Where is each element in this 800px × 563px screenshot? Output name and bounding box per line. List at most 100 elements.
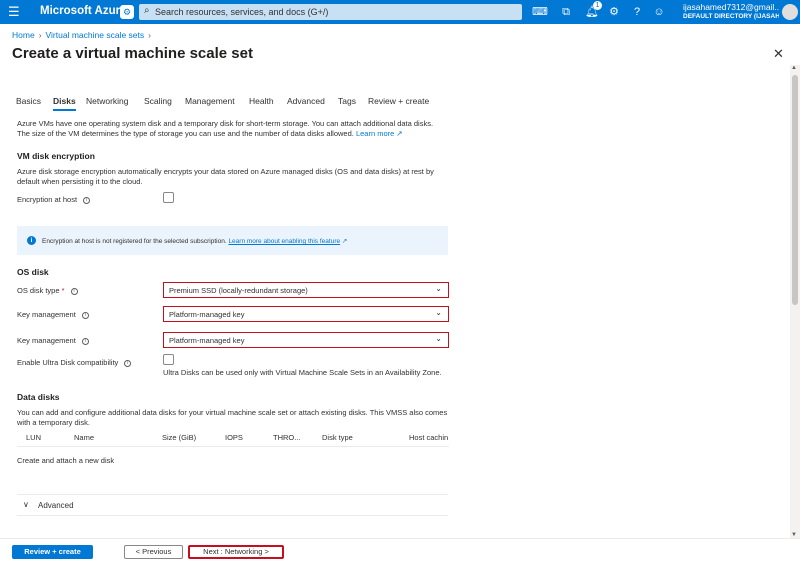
chevron-down-icon: ⌄ [435,284,442,293]
hamburger-icon[interactable]: ☰ [8,4,20,20]
info-icon[interactable]: i [83,197,91,204]
info-icon[interactable]: i [81,338,89,345]
intro-text: Azure VMs have one operating system disk… [17,119,457,139]
previous-button[interactable]: < Previous [124,545,183,559]
advanced-section-label: Advanced [38,501,74,510]
ultra-disk-label: Enable Ultra Disk compatibility i [17,358,132,367]
column-header-host-caching: Host cachin [409,433,449,442]
search-icon: ⌕ [144,5,150,16]
column-header-name: Name [74,433,95,442]
column-header-throughput: THRO... [273,433,301,442]
column-header-lun: LUN [26,433,42,442]
intro-line-2: The size of the VM determines the type o… [17,129,457,139]
column-header-iops: IOPS [225,433,243,442]
data-disks-desc-1: You can add and configure additional dat… [17,408,448,417]
chevron-down-icon: ⌄ [435,308,442,317]
tab-management[interactable]: Management [185,96,235,106]
feedback-icon[interactable]: ☺ [651,4,667,20]
ultra-disk-text: Enable Ultra Disk compatibility [17,358,119,367]
encryption-at-host-text: Encryption at host [17,195,78,204]
key-management-label-1: Key management i [17,310,89,319]
page-title: Create a virtual machine scale set [12,45,253,62]
user-email: ijasahamed7312@gmail.... [683,3,779,12]
chevron-down-icon: ∨ [23,500,29,509]
os-disk-heading: OS disk [17,267,49,277]
info-icon[interactable]: i [124,360,132,367]
column-header-size: Size (GiB) [162,433,197,442]
ultra-disk-checkbox[interactable] [163,354,174,365]
intro-line-1: Azure VMs have one operating system disk… [17,119,434,128]
column-header-disk-type: Disk type [322,433,353,442]
info-icon[interactable]: i [70,288,78,295]
vm-disk-encryption-heading: VM disk encryption [17,151,95,161]
tab-tags[interactable]: Tags [338,96,356,106]
key-management-text-1: Key management [17,310,76,319]
data-disks-desc-2: with a temporary disk. [17,418,90,427]
directory-filter-icon[interactable]: ⧉ [558,4,574,20]
ultra-disk-note: Ultra Disks can be used only with Virtua… [163,368,442,377]
avatar[interactable] [782,4,798,20]
breadcrumb: Home › Virtual machine scale sets › [12,30,155,40]
tab-networking[interactable]: Networking [86,96,129,106]
external-link-icon: ↗ [340,238,348,245]
key-management-dropdown-2[interactable]: Platform-managed key ⌄ [163,332,449,348]
chevron-down-icon: ⌄ [435,334,442,343]
info-icon[interactable]: i [81,312,89,319]
more-options-icon[interactable]: ··· [236,47,248,61]
settings-gear-icon[interactable]: ⚙ [606,4,622,20]
chevron-right-icon: › [38,30,42,40]
breadcrumb-vmss[interactable]: Virtual machine scale sets [46,30,145,40]
key-management-dropdown-1[interactable]: Platform-managed key ⌄ [163,306,449,322]
info-filled-icon: i [27,236,36,245]
review-create-button[interactable]: Review + create [12,545,93,559]
advanced-section-toggle[interactable]: ∨ Advanced [17,494,448,516]
required-marker: * [61,286,65,295]
tab-advanced[interactable]: Advanced [287,96,325,106]
breadcrumb-home[interactable]: Home [12,30,35,40]
account-info[interactable]: ijasahamed7312@gmail.... DEFAULT DIRECTO… [683,3,779,21]
os-disk-type-dropdown[interactable]: Premium SSD (locally-redundant storage) … [163,282,449,298]
brand-title[interactable]: Microsoft Azure [40,5,126,17]
banner-learn-more-link[interactable]: Learn more about enabling this feature [228,238,340,245]
tab-basics[interactable]: Basics [16,96,41,106]
tab-health[interactable]: Health [249,96,274,106]
intro-line-2-text: The size of the VM determines the type o… [17,129,354,138]
os-disk-type-value: Premium SSD (locally-redundant storage) [169,286,308,295]
encryption-desc-1: Azure disk storage encryption automatica… [17,167,434,176]
encryption-description: Azure disk storage encryption automatica… [17,167,457,187]
chevron-right-icon: › [148,30,151,40]
encryption-at-host-checkbox[interactable] [163,192,174,203]
os-disk-type-text: OS disk type [17,286,60,295]
key-management-value-2: Platform-managed key [169,336,245,345]
learn-more-link[interactable]: Learn more [356,129,394,138]
top-bar: ☰ Microsoft Azure ⚙ ⌕ ⌨ ⧉ 🔔︎1 ⚙ ? ☺ ijas… [0,0,800,24]
tab-disks[interactable]: Disks [53,96,76,111]
global-search[interactable]: ⌕ [139,4,522,20]
os-disk-type-label: OS disk type * i [17,286,78,295]
user-directory: DEFAULT DIRECTORY (IJASAHAM... [683,13,779,20]
notifications-badge: 1 [593,1,602,10]
footer-divider [0,538,800,539]
banner-text: Encryption at host is not registered for… [42,237,347,245]
notifications-icon[interactable]: 🔔︎ 1 [584,1,602,20]
scrollbar-thumb[interactable] [792,75,798,305]
search-input[interactable] [155,4,515,20]
grid-divider [17,446,449,447]
help-icon[interactable]: ? [629,4,645,20]
scroll-up-icon[interactable]: ▲ [791,65,797,71]
next-networking-button[interactable]: Next : Networking > [188,545,284,559]
key-management-label-2: Key management i [17,336,89,345]
tab-review-create[interactable]: Review + create [368,96,429,106]
page-scrollbar[interactable]: ▲ ▼ [790,65,800,538]
copilot-icon[interactable]: ⚙ [120,5,134,19]
encryption-desc-2: default when persisting it to the cloud. [17,177,143,186]
close-icon[interactable]: ✕ [773,46,784,62]
external-link-icon: ↗ [394,129,403,138]
banner-message: Encryption at host is not registered for… [42,238,227,245]
tab-scaling[interactable]: Scaling [144,96,172,106]
create-attach-disk-link[interactable]: Create and attach a new disk [17,456,114,465]
info-banner: i Encryption at host is not registered f… [17,226,448,255]
cloud-shell-icon[interactable]: ⌨ [532,4,548,20]
encryption-at-host-label: Encryption at host i [17,195,91,204]
key-management-text-2: Key management [17,336,76,345]
